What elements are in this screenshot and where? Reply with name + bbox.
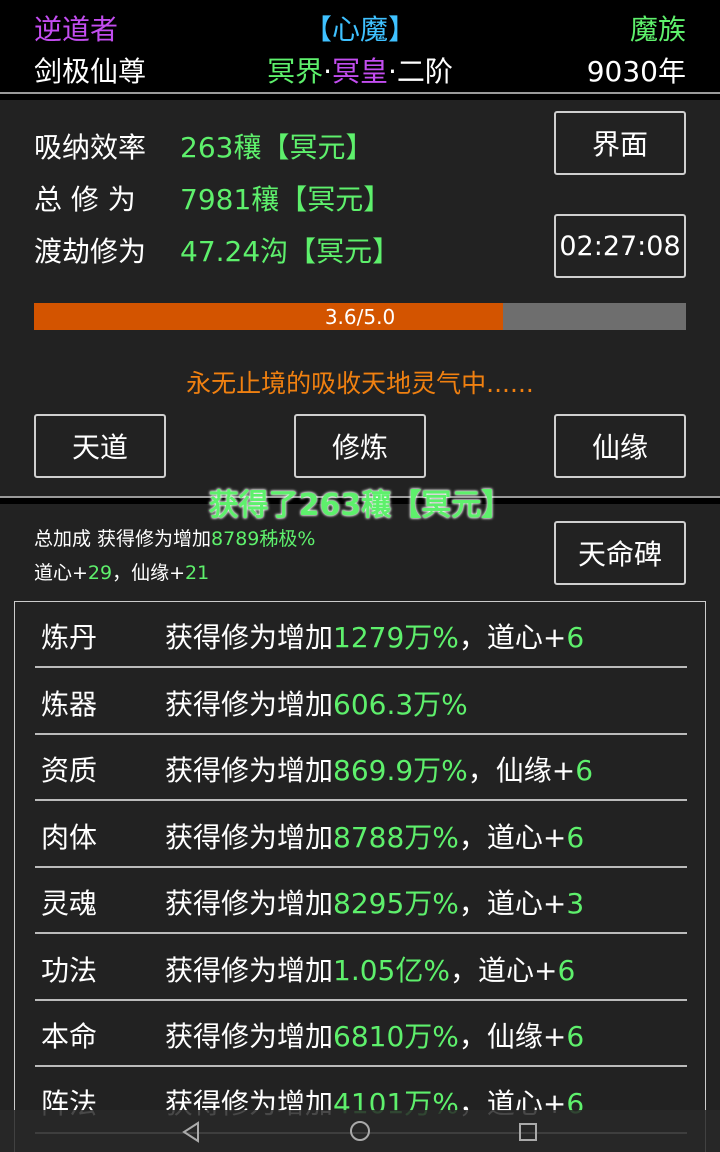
tribulation-label: 渡劫修为 <box>34 235 147 268</box>
row-value: 1279万% <box>333 621 459 654</box>
row-suffix-value: 6 <box>566 1020 585 1053</box>
xian-value: 21 <box>185 562 210 584</box>
row-name: 炼器 <box>41 687 98 721</box>
bonus-prefix: 总加成 获得修为增加 <box>34 528 212 550</box>
xian-label: 仙缘+ <box>131 562 186 584</box>
age-label: 9030年 <box>586 55 686 88</box>
bonus-sep: ， <box>112 562 132 584</box>
row-name: 本命 <box>41 1020 98 1053</box>
realm-dot: · <box>388 55 397 88</box>
row-desc: 获得修为增加869.9万%，仙缘+6 <box>165 749 593 789</box>
row-prefix: 获得修为增加 <box>165 754 334 787</box>
status-message: 永无止境的吸收天地灵气中...... <box>186 369 534 398</box>
row-value: 1.05亿% <box>333 953 450 987</box>
row-suffix-value: 6 <box>566 820 585 854</box>
bonus-row: 炼丹 获得修为增加1279万%，道心+6 <box>35 602 687 668</box>
row-desc: 获得修为增加8788万%，道心+6 <box>165 816 584 856</box>
row-value: 6810万% <box>333 1020 459 1053</box>
tiandao-button[interactable]: 天道 <box>34 414 166 478</box>
bonus-row: 功法 获得修为增加1.05亿%，道心+6 <box>35 935 687 1001</box>
bonus-row: 资质 获得修为增加869.9万%，仙缘+6 <box>35 735 687 801</box>
row-prefix: 获得修为增加 <box>165 887 334 920</box>
row-prefix: 获得修为增加 <box>165 820 334 854</box>
gain-popup: 获得了263穰【冥元】 <box>208 488 512 523</box>
absorb-value: 263穰【冥元】 <box>180 131 374 164</box>
dao-label: 道心+ <box>34 562 88 584</box>
dao-value: 29 <box>87 562 113 584</box>
timer-button[interactable]: 02:27:08 <box>554 214 686 278</box>
row-name: 资质 <box>41 754 98 787</box>
bonus-value: 8789秭极% <box>211 528 316 550</box>
row-prefix: 获得修为增加 <box>165 1020 334 1053</box>
realm-rank: 冥皇 <box>331 55 388 88</box>
row-suffix-value: 6 <box>557 953 576 987</box>
realm-stage: 二阶 <box>396 55 453 88</box>
divider <box>0 92 720 94</box>
row-suffix-label: ，道心+ <box>449 953 558 987</box>
row-desc: 获得修为增加1.05亿%，道心+6 <box>165 949 575 989</box>
home-icon[interactable] <box>348 1119 372 1143</box>
row-prefix: 获得修为增加 <box>165 621 334 654</box>
race-label: 魔族 <box>629 13 686 46</box>
bonus-row: 灵魂 获得修为增加8295万%，道心+3 <box>35 868 687 934</box>
total-label: 总 修 为 <box>34 183 136 216</box>
tianming-button[interactable]: 天命碑 <box>554 521 686 585</box>
row-value: 8788万% <box>333 820 459 854</box>
row-name: 功法 <box>41 953 98 987</box>
row-name: 肉体 <box>41 820 98 854</box>
row-suffix-label: ，仙缘+ <box>467 754 576 787</box>
row-desc: 获得修为增加8295万%，道心+3 <box>165 882 584 922</box>
row-prefix: 获得修为增加 <box>165 687 334 721</box>
interface-button[interactable]: 界面 <box>554 111 686 175</box>
row-suffix-label: ，道心+ <box>458 887 567 920</box>
heart-demon-label[interactable]: 【心魔】 <box>0 8 720 48</box>
tribulation-value: 47.24沟【冥元】 <box>180 235 401 268</box>
system-nav-bar <box>0 1110 720 1152</box>
xianyuan-button[interactable]: 仙缘 <box>554 414 686 478</box>
back-icon[interactable] <box>180 1120 204 1144</box>
bonus-summary: 总加成 获得修为增加8789秭极% <box>34 524 315 551</box>
progress-text: 3.6/5.0 <box>324 304 396 329</box>
cultivate-button[interactable]: 修炼 <box>294 414 426 478</box>
realm-dot: · <box>323 55 332 88</box>
row-value: 869.9万% <box>333 754 468 787</box>
row-name: 灵魂 <box>41 887 98 920</box>
row-name: 炼丹 <box>41 621 98 654</box>
row-desc: 获得修为增加1279万%，道心+6 <box>165 616 584 656</box>
recents-icon[interactable] <box>516 1120 540 1144</box>
row-desc: 获得修为增加606.3万% <box>165 683 468 723</box>
row-suffix-value: 6 <box>566 621 585 654</box>
tribulation-progress-bar: 3.6/5.0 <box>34 303 686 330</box>
row-value: 8295万% <box>333 887 459 920</box>
absorb-label: 吸纳效率 <box>34 131 147 164</box>
cultivation-panel: 吸纳效率 263穰【冥元】 总 修 为 7981穰【冥元】 渡劫修为 47.24… <box>0 100 720 496</box>
bonus-row: 炼器 获得修为增加606.3万% <box>35 669 687 735</box>
realm-world: 冥界 <box>267 55 324 88</box>
row-value: 606.3万% <box>333 687 468 721</box>
row-suffix-label: ，仙缘+ <box>458 1020 567 1053</box>
bonus-row: 肉体 获得修为增加8788万%，道心+6 <box>35 802 687 868</box>
row-suffix-value: 6 <box>575 754 594 787</box>
total-value: 7981穰【冥元】 <box>180 183 392 216</box>
row-suffix-label: ，道心+ <box>458 621 567 654</box>
row-suffix-value: 3 <box>566 887 585 920</box>
bonus-list[interactable]: 炼丹 获得修为增加1279万%，道心+6 炼器 获得修为增加606.3万% 资质 获得修为… <box>14 601 706 1152</box>
bonus-row: 本命 获得修为增加6810万%，仙缘+6 <box>35 1001 687 1067</box>
row-prefix: 获得修为增加 <box>165 953 334 987</box>
row-desc: 获得修为增加6810万%，仙缘+6 <box>165 1015 584 1055</box>
row-suffix-label: ，道心+ <box>458 820 567 854</box>
bonus-attributes: 道心+29，仙缘+21 <box>34 558 209 585</box>
